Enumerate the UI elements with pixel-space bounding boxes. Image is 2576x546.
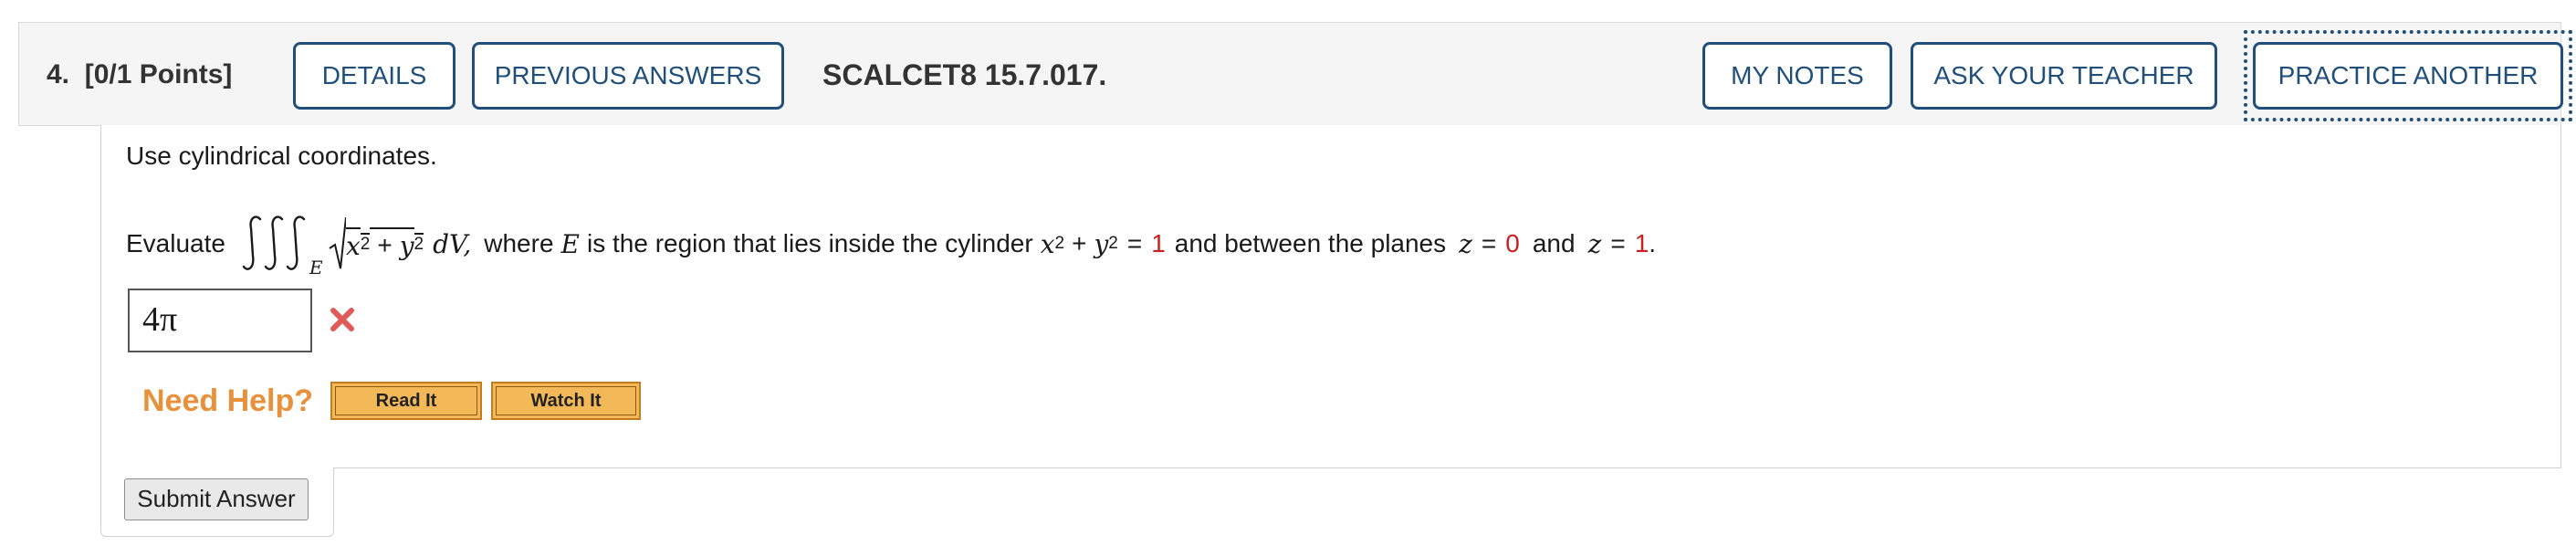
- integrand-y: y: [399, 226, 414, 261]
- cylinder-exp-y: 2: [1108, 234, 1118, 253]
- ask-your-teacher-button[interactable]: ASK YOUR TEACHER: [1911, 42, 2217, 110]
- cylinder-exp-x: 2: [1054, 234, 1065, 253]
- question-number: 4.: [47, 59, 70, 89]
- details-button[interactable]: DETAILS: [293, 42, 456, 110]
- cylinder-y: y: [1094, 228, 1109, 259]
- answer-input[interactable]: 4π: [128, 289, 312, 352]
- submit-answer-button[interactable]: Submit Answer: [124, 478, 309, 520]
- differential: dV,: [433, 228, 472, 259]
- instruction-text: Use cylindrical coordinates.: [126, 142, 437, 170]
- exponent-y: 2: [414, 233, 424, 254]
- practice-another-button[interactable]: PRACTICE ANOTHER: [2253, 42, 2563, 110]
- evaluate-label: Evaluate: [126, 229, 225, 257]
- plane1-z: z: [1459, 228, 1472, 259]
- cylinder-plus: +: [1072, 229, 1087, 257]
- and-text: and: [1532, 229, 1576, 257]
- plus-sign: +: [370, 227, 400, 260]
- cylinder-value: 1: [1151, 229, 1166, 257]
- question-header: 4. [0/1 Points] DETAILS PREVIOUS ANSWERS…: [18, 22, 2572, 127]
- my-notes-button[interactable]: MY NOTES: [1702, 42, 1892, 110]
- planes-text: and between the planes: [1174, 229, 1447, 257]
- question-points: 4. [0/1 Points]: [47, 23, 232, 127]
- region-variable: E: [560, 228, 580, 259]
- plane2-equals: =: [1610, 229, 1626, 257]
- need-help-label: Need Help?: [142, 383, 314, 418]
- incorrect-icon: [330, 308, 354, 331]
- points-label: [0/1 Points]: [84, 59, 233, 89]
- watch-it-button[interactable]: Watch It: [491, 382, 641, 420]
- statement-period: .: [1649, 229, 1657, 257]
- plane1-value: 0: [1505, 229, 1520, 257]
- read-it-button[interactable]: Read It: [330, 382, 482, 420]
- triple-integral-symbol: E: [242, 215, 346, 276]
- cylinder-equals: =: [1126, 229, 1143, 257]
- region-subscript: E: [309, 257, 323, 276]
- plane2-value: 1: [1634, 229, 1649, 257]
- problem-code: SCALCET8 15.7.017.: [822, 58, 1107, 91]
- exponent-x: 2: [360, 233, 371, 254]
- cylinder-x: x: [1040, 228, 1055, 259]
- integrand-x: x: [345, 226, 361, 261]
- previous-answers-button[interactable]: PREVIOUS ANSWERS: [472, 42, 784, 110]
- plane1-equals: =: [1481, 229, 1497, 257]
- plane2-z: z: [1587, 228, 1602, 259]
- where-text: where: [484, 229, 554, 257]
- region-description: is the region that lies inside the cylin…: [586, 229, 1033, 257]
- question-statement: Evaluate E x 2 + y 2 dV, where E is the regi…: [126, 212, 1656, 276]
